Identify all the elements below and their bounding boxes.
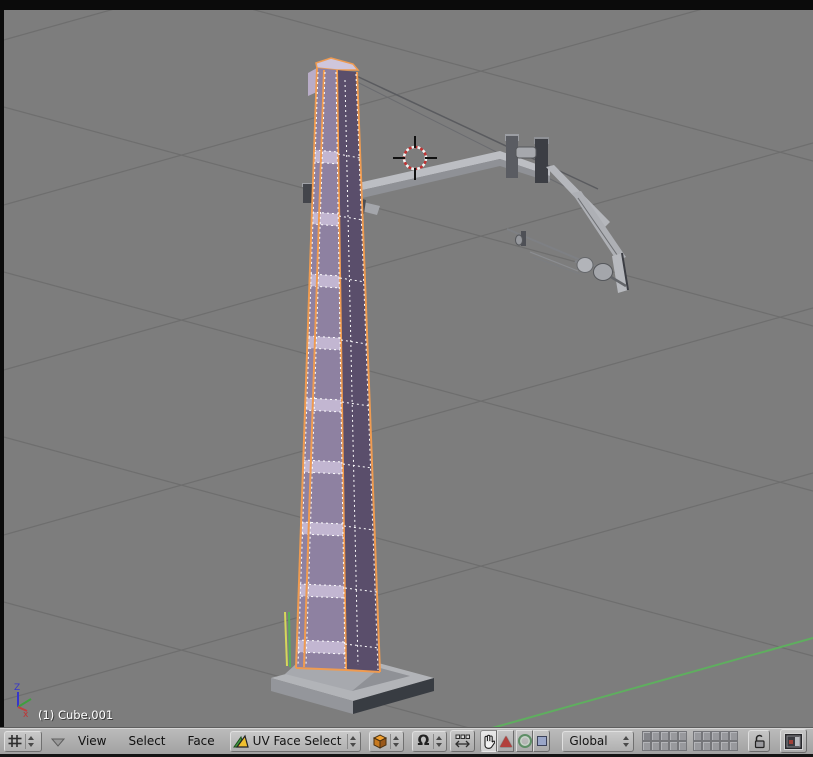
orientation-dropdown[interactable]: Global (562, 731, 634, 752)
layer-group-1 (642, 731, 687, 751)
mode-dropdown-arrows (347, 734, 358, 749)
solid-cube-icon (372, 733, 388, 749)
layer-button[interactable] (711, 731, 720, 741)
hand-widget-button[interactable] (480, 730, 497, 752)
pivot-dropdown[interactable]: Ω (412, 731, 447, 752)
layer-button[interactable] (642, 741, 651, 751)
manipulator-widget-group (480, 730, 550, 752)
layer-button[interactable] (711, 741, 720, 751)
rotate-green-circle-icon (518, 734, 532, 748)
header-collapse-button[interactable] (51, 732, 65, 751)
draw-type-arrows (390, 734, 401, 749)
layer-button[interactable] (702, 731, 711, 741)
layer-button[interactable] (678, 731, 687, 741)
move-centers-icon (454, 733, 471, 749)
viewport-background (0, 0, 813, 727)
lock-button[interactable] (748, 730, 770, 752)
uv-face-select-icon (233, 734, 249, 749)
editor-type-arrows (25, 734, 36, 749)
orientation-value: Global (565, 734, 619, 748)
layer-button[interactable] (729, 741, 738, 751)
menu-view[interactable]: View (75, 732, 109, 750)
layer-button[interactable] (720, 741, 729, 751)
move-centers-button[interactable] (450, 730, 475, 752)
triangle-down-icon (51, 738, 65, 747)
render-button[interactable] (780, 729, 807, 753)
layer-button[interactable] (693, 731, 702, 741)
layer-button[interactable] (660, 731, 669, 741)
layer-buttons (642, 731, 738, 751)
object-info: (1) Cube.001 (38, 708, 113, 722)
layer-button[interactable] (669, 741, 678, 751)
axis-z-label: Z (14, 683, 20, 693)
viewport-grid-icon (7, 733, 23, 749)
padlock-open-icon (752, 733, 767, 749)
menu-face[interactable]: Face (185, 732, 218, 750)
window-top-edge (0, 0, 813, 10)
mode-dropdown[interactable]: UV Face Select (230, 731, 362, 752)
draw-type-dropdown[interactable] (369, 731, 404, 752)
layer-button[interactable] (660, 741, 669, 751)
translate-red-triangle-icon (500, 736, 512, 747)
layer-button[interactable] (702, 741, 711, 751)
menu-select[interactable]: Select (125, 732, 168, 750)
layer-button[interactable] (720, 731, 729, 741)
rotate-widget-button[interactable] (516, 730, 533, 752)
orientation-arrows (621, 734, 631, 749)
scale-widget-button[interactable] (533, 730, 550, 752)
viewport-header: View Select Face UV Face Select Ω (0, 727, 813, 757)
layer-button[interactable] (678, 741, 687, 751)
layer-button[interactable] (651, 731, 660, 741)
translate-widget-button[interactable] (497, 730, 514, 752)
layer-button[interactable] (669, 731, 678, 741)
3d-viewport[interactable]: Z x (1) Cube.001 (1) Cube.001 (0, 0, 813, 727)
layer-button[interactable] (729, 731, 738, 741)
window-left-edge (0, 0, 4, 727)
mode-dropdown-value: UV Face Select (249, 734, 346, 748)
axis-x-label: x (23, 710, 29, 720)
pivot-arrows (433, 734, 444, 749)
editor-type-button[interactable] (4, 731, 42, 752)
hand-icon (482, 734, 495, 749)
layer-group-2 (693, 731, 738, 751)
image-icon (784, 733, 803, 750)
layer-button[interactable] (651, 741, 660, 751)
layer-button[interactable] (642, 731, 651, 741)
layer-button[interactable] (693, 741, 702, 751)
pivot-omega-icon: Ω (415, 734, 431, 748)
scale-blue-square-icon (537, 736, 547, 746)
